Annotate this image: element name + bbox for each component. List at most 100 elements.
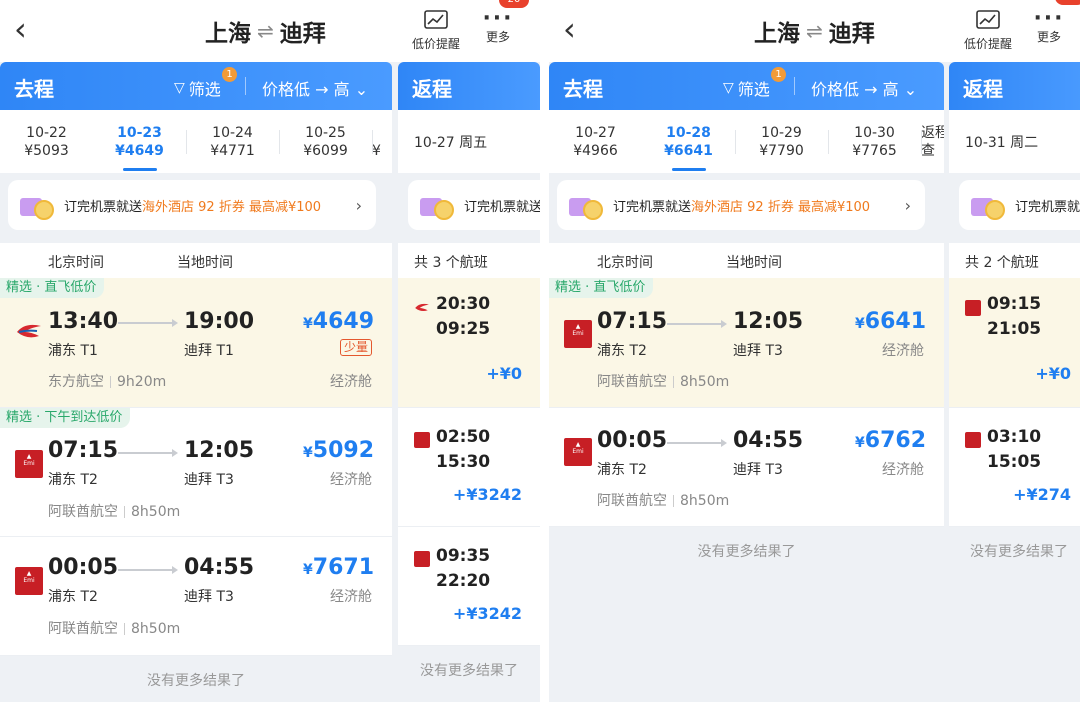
cabin-class: 经济舱 bbox=[330, 589, 372, 605]
date-tab[interactable]: 10-24 ¥4771 bbox=[186, 110, 279, 173]
promo-banner[interactable]: 订完机票就送 海外酒店 92 折券 最高减¥100 › bbox=[557, 180, 925, 230]
date-label: 10-30 bbox=[854, 125, 895, 141]
return-flight-row[interactable]: 09:15 21:05 +¥0 bbox=[949, 278, 1080, 408]
flight-duration: 8h50m bbox=[131, 504, 181, 520]
date-tab-selected[interactable]: 10-23 ¥4649 bbox=[93, 110, 186, 173]
arrival-airport: 迪拜 T3 bbox=[184, 589, 234, 605]
emirates-logo-icon bbox=[414, 551, 430, 567]
date-selector: 10-22 ¥5093 10-23 ¥4649 10-24 ¥4771 10-25 ¥6… bbox=[0, 110, 392, 173]
date-selector: 10-27 ¥4966 10-28 ¥6641 10-29 ¥7790 10-30 ¥7… bbox=[549, 110, 944, 173]
return-flight-row[interactable]: 03:10 15:05 +¥274 bbox=[949, 408, 1080, 527]
filter-button[interactable]: ▽ 筛选 1 bbox=[174, 67, 237, 100]
flight-duration: 8h50m bbox=[131, 621, 181, 637]
promo-text: 订完机票就送 bbox=[64, 199, 143, 215]
emirates-logo-icon: ▲ Emi bbox=[15, 567, 43, 595]
cabin-class: 经济舱 bbox=[330, 472, 372, 488]
date-label: 10-24 bbox=[212, 125, 253, 141]
more-button[interactable]: ··· 更多 bbox=[478, 8, 518, 45]
return-column: 返程 10-27 周五 订完机票就送 共 3 个航班 20:30 09:25 +… bbox=[398, 62, 540, 702]
date-tab[interactable]: 10-30 ¥7765 bbox=[828, 110, 921, 173]
return-date-tab-partial[interactable]: 返程查 bbox=[921, 110, 944, 173]
outbound-title: 去程 bbox=[563, 77, 603, 101]
price-alert-label: 低价提醒 bbox=[411, 37, 460, 51]
airline-name: 阿联酋航空 bbox=[597, 374, 667, 390]
return-flight-row[interactable]: 02:50 15:30 +¥3242 bbox=[398, 408, 540, 527]
outbound-title: 去程 bbox=[14, 77, 54, 101]
price-alert-label: 低价提醒 bbox=[963, 37, 1012, 51]
arrival-time: 09:25 bbox=[436, 319, 491, 339]
promo-banner[interactable]: 订完机票就 bbox=[959, 180, 1080, 230]
flight-arrow bbox=[118, 449, 178, 457]
price-chart-icon bbox=[424, 10, 448, 29]
flight-duration: 9h20m bbox=[117, 374, 167, 390]
airline-info: 阿联酋航空 8h50m bbox=[597, 371, 729, 391]
return-date[interactable]: 10-31 周二 bbox=[949, 110, 1080, 173]
arrival-time: 12:05 bbox=[184, 438, 255, 463]
arrival-time: 22:20 bbox=[436, 571, 491, 591]
emirates-logo-icon bbox=[414, 432, 430, 448]
return-flight-row[interactable]: 09:35 22:20 +¥3242 bbox=[398, 527, 540, 646]
filter-button[interactable]: ▽ 筛选 1 bbox=[723, 67, 786, 100]
return-header: 返程 bbox=[949, 62, 1080, 110]
return-title: 返程 bbox=[412, 77, 452, 101]
return-flight-row[interactable]: 20:30 09:25 +¥0 bbox=[398, 278, 540, 408]
divider bbox=[245, 77, 246, 95]
flight-row[interactable]: 精选 · 下午到达低价 ▲ Emi 07:15 12:05 浦东 T2 迪拜 T3… bbox=[0, 408, 392, 537]
arrival-airport: 迪拜 T3 bbox=[733, 343, 783, 359]
flight-row[interactable]: ▲ Emi 00:05 04:55 浦东 T2 迪拜 T3 ¥6762 经济舱 阿… bbox=[549, 408, 944, 527]
flight-row[interactable]: ▲ Emi 00:05 04:55 浦东 T2 迪拜 T3 ¥7671 经济舱 阿… bbox=[0, 537, 392, 656]
price-alert-button[interactable]: 低价提醒 bbox=[405, 10, 467, 52]
date-tab[interactable]: 10-25 ¥6099 bbox=[279, 110, 372, 173]
flight-price: ¥7671 bbox=[303, 555, 374, 580]
back-arrow-icon[interactable]: ‹ bbox=[563, 13, 593, 48]
screenshot-panel-right: ‹ 上海 ⇌ 迪拜 低价提醒 ··· 更多 去程 ▽ 筛选 1 价格低 → 高 bbox=[549, 0, 1080, 702]
divider bbox=[372, 130, 373, 154]
china-eastern-logo-icon bbox=[17, 324, 41, 338]
outbound-header: 去程 ▽ 筛选 1 价格低 → 高 ⌄ bbox=[0, 62, 392, 110]
date-price: ¥4966 bbox=[573, 143, 618, 159]
promo-banner[interactable]: 订完机票就送 bbox=[408, 180, 540, 230]
no-more-results: 没有更多结果了 bbox=[420, 663, 518, 679]
promo-banner[interactable]: 订完机票就送 海外酒店 92 折券 最高减¥100 › bbox=[8, 180, 376, 230]
date-tab-selected[interactable]: 10-28 ¥6641 bbox=[642, 110, 735, 173]
date-price: ¥7765 bbox=[852, 143, 897, 159]
price-value: 6641 bbox=[864, 309, 926, 334]
flight-row[interactable]: 精选 · 直飞低价 13:40 19:00 浦东 T1 迪拜 T1 ¥4649 … bbox=[0, 278, 392, 408]
flight-arrow bbox=[118, 566, 178, 574]
back-arrow-icon[interactable]: ‹ bbox=[14, 13, 44, 48]
emirates-logo-icon bbox=[965, 432, 981, 448]
flight-row[interactable]: 精选 · 直飞低价 ▲ Emi 07:15 12:05 浦东 T2 迪拜 T3 ¥… bbox=[549, 278, 944, 408]
sort-dropdown[interactable]: 价格低 → 高 ⌄ bbox=[262, 76, 368, 100]
flight-price: ¥6762 bbox=[855, 428, 926, 453]
divider bbox=[921, 130, 922, 154]
outbound-column: 去程 ▽ 筛选 1 价格低 → 高 ⌄ 10-27 ¥4966 10-28 ¥664… bbox=[549, 62, 944, 702]
more-button[interactable]: ··· 更多 bbox=[1029, 8, 1069, 45]
price-difference: +¥3242 bbox=[452, 485, 522, 504]
date-tab[interactable]: 10-29 ¥7790 bbox=[735, 110, 828, 173]
arrival-airport: 迪拜 T1 bbox=[184, 343, 234, 359]
beijing-time-label: 北京时间 bbox=[597, 255, 653, 271]
emirates-logo-icon: ▲ Emi bbox=[564, 320, 592, 348]
date-tab[interactable]: 10-22 ¥5093 bbox=[0, 110, 93, 173]
gift-icon bbox=[420, 190, 456, 220]
date-tab-partial[interactable]: ¥ bbox=[372, 110, 392, 173]
date-price: ¥ bbox=[372, 143, 381, 159]
date-price: ¥5093 bbox=[24, 143, 69, 159]
date-tab[interactable]: 10-27 ¥4966 bbox=[549, 110, 642, 173]
sort-dropdown[interactable]: 价格低 → 高 ⌄ bbox=[811, 76, 917, 100]
arrival-time: 04:55 bbox=[184, 555, 255, 580]
price-value: 7671 bbox=[312, 555, 374, 580]
route-arrow-icon: ⇌ bbox=[806, 19, 823, 43]
chevron-right-icon: › bbox=[355, 195, 362, 215]
top-bar: ‹ 上海 ⇌ 迪拜 低价提醒 ··· 更多 20 bbox=[0, 0, 540, 62]
return-date[interactable]: 10-27 周五 bbox=[398, 110, 540, 173]
departure-time: 09:35 bbox=[436, 546, 491, 566]
departure-time: 00:05 bbox=[597, 428, 668, 453]
flight-duration: 8h50m bbox=[680, 493, 730, 509]
panel-divider bbox=[540, 0, 549, 702]
route-to: 迪拜 bbox=[279, 21, 326, 47]
flight-arrow bbox=[667, 320, 727, 328]
flight-price: ¥5092 bbox=[303, 438, 374, 463]
recommend-tag: 精选 · 下午到达低价 bbox=[0, 408, 131, 428]
price-alert-button[interactable]: 低价提醒 bbox=[957, 10, 1019, 52]
